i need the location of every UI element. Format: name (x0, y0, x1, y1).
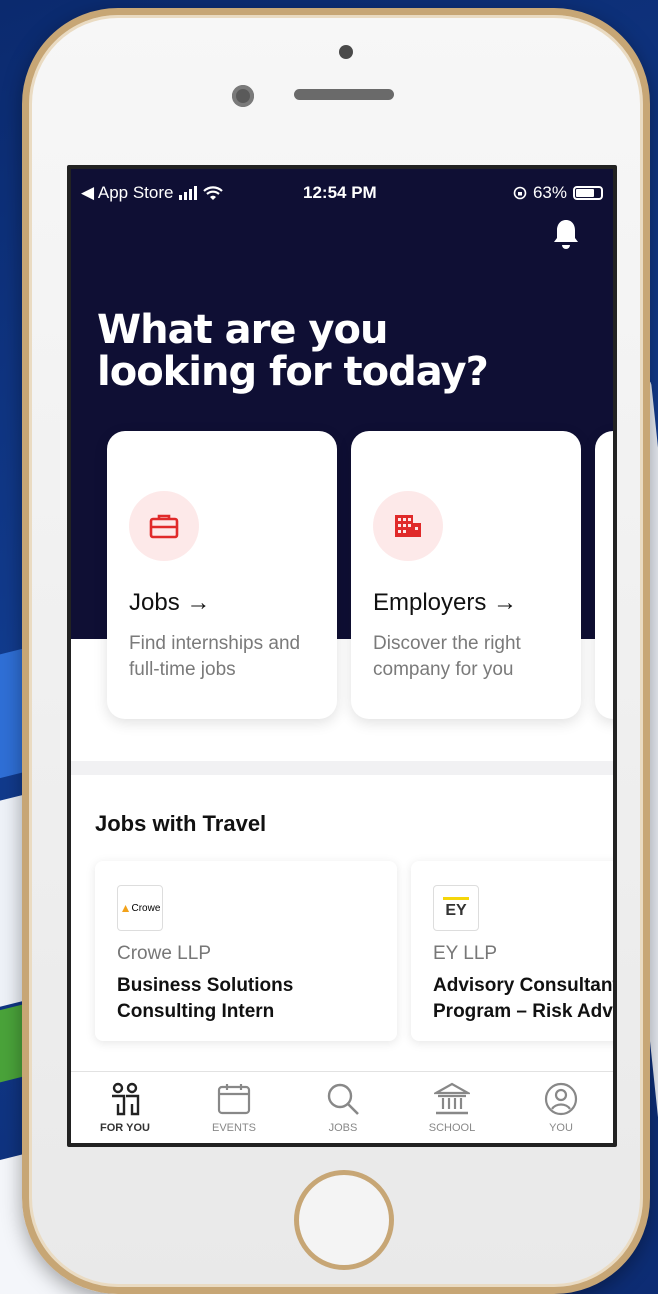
wifi-icon (203, 185, 224, 200)
job-card[interactable]: EY EY LLP Advisory Consultant Program – … (411, 861, 617, 1041)
front-camera (232, 85, 254, 107)
battery-icon (573, 186, 603, 200)
status-bar: ◀ App Store 12:54 PM 63% (71, 179, 613, 207)
battery-percent: 63% (532, 183, 567, 202)
tab-jobs[interactable]: JOBS (293, 1082, 393, 1134)
home-button[interactable] (294, 1170, 394, 1270)
job-title: Advisory Consultant Program – Risk Advis… (433, 975, 617, 1022)
card-title: Jobs → (129, 589, 211, 616)
search-icon (327, 1083, 359, 1115)
next-card-peek[interactable] (595, 431, 613, 719)
calendar-icon (217, 1084, 251, 1115)
back-to-app-store[interactable]: ◀ App Store (81, 183, 173, 203)
section-divider (71, 761, 613, 775)
notifications-bell-icon[interactable] (551, 217, 581, 251)
jobs-card[interactable]: Jobs → Find internships and full-time jo… (107, 431, 337, 719)
crowe-mark-icon: ▲ (119, 901, 132, 915)
job-title: Business Solutions Consulting Intern (117, 975, 294, 1022)
bottom-tab-bar: FOR YOU EVENTS JOBS SCHOOL YOU (71, 1071, 613, 1143)
ey-beam-icon (443, 896, 469, 900)
briefcase-icon (149, 514, 179, 539)
for-you-icon (112, 1082, 140, 1116)
icon-badge (373, 491, 443, 561)
company-logo: EY (433, 885, 479, 931)
app-screen: ◀ App Store 12:54 PM 63% What are you lo… (67, 165, 617, 1147)
earpiece-speaker (294, 89, 394, 100)
card-description: Discover the right company for you (373, 633, 521, 680)
page-title: What are you looking for today? (97, 307, 489, 395)
card-description: Find internships and full-time jobs (129, 633, 301, 680)
job-card[interactable]: ▲ Crowe Crowe LLP Business Solutions Cons… (95, 861, 397, 1041)
tab-school[interactable]: SCHOOL (402, 1082, 502, 1134)
job-list: ▲ Crowe Crowe LLP Business Solutions Cons… (95, 861, 617, 1041)
school-icon (434, 1082, 470, 1115)
profile-icon (544, 1082, 578, 1116)
company-name: EY LLP (433, 943, 498, 964)
status-time: 12:54 PM (303, 183, 377, 202)
proximity-sensor (339, 45, 353, 59)
tab-for-you[interactable]: FOR YOU (75, 1082, 175, 1134)
tab-events[interactable]: EVENTS (184, 1082, 284, 1134)
section-title: Jobs with Travel (95, 811, 267, 836)
phone-frame: ◀ App Store 12:54 PM 63% What are you lo… (22, 8, 650, 1294)
card-title: Employers → (373, 589, 518, 616)
signal-icon (179, 186, 198, 200)
category-cards: Jobs → Find internships and full-time jo… (107, 431, 613, 721)
company-name: Crowe LLP (117, 943, 211, 964)
company-logo: ▲ Crowe (117, 885, 163, 931)
building-icon (395, 515, 421, 537)
icon-badge (129, 491, 199, 561)
employers-card[interactable]: Employers → Discover the right company f… (351, 431, 581, 719)
tab-you[interactable]: YOU (511, 1082, 611, 1134)
rotation-lock-icon (513, 186, 527, 200)
